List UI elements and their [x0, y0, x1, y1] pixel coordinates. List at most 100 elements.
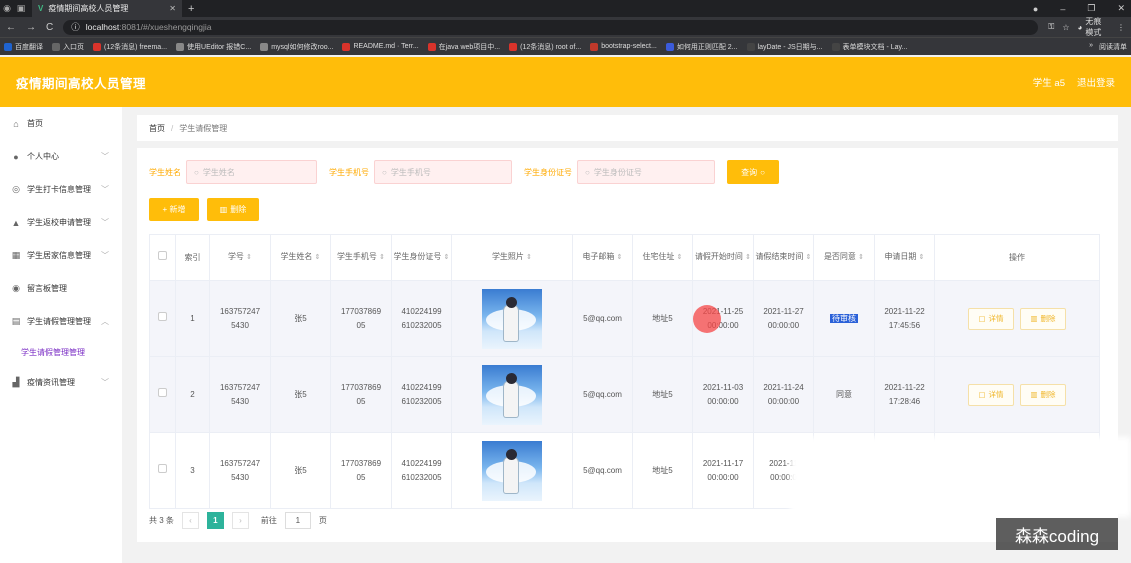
row-checkbox[interactable]: [158, 387, 167, 397]
prev-page-button[interactable]: ‹: [181, 512, 199, 529]
star-icon[interactable]: ☆: [1062, 23, 1069, 32]
row-select-cell: [149, 432, 176, 509]
window-close-icon[interactable]: ✕: [1117, 3, 1125, 14]
sort-icon[interactable]: ⇕: [315, 254, 321, 261]
key-icon[interactable]: ⚿: [1048, 22, 1054, 32]
reading-list[interactable]: 阅读清单: [1099, 42, 1127, 52]
browser-tab[interactable]: V 疫情期间高校人员管理 ✕: [32, 0, 182, 17]
column-header[interactable]: 请假开始时间 ⇕: [692, 234, 754, 281]
cell-phone: 177037869 05: [330, 432, 392, 509]
url-field[interactable]: ⓘ localhost:8081/#/xueshengqingjia: [63, 19, 1039, 35]
bookmark-item[interactable]: mysql如何修改roo...: [260, 42, 333, 52]
new-tab-button[interactable]: +: [188, 3, 194, 15]
student-photo[interactable]: [482, 364, 542, 425]
bookmark-item[interactable]: 使用UEditor 报错C...: [176, 42, 251, 52]
sidebar-item[interactable]: ⌂ 首页: [0, 107, 122, 140]
bookmark-item[interactable]: 如何用正则匹配 2...: [665, 42, 738, 52]
column-header[interactable]: 学生手机号 ⇕: [330, 234, 392, 281]
breadcrumb-separator: /: [171, 123, 174, 133]
column-header[interactable]: 是否同意 ⇕: [813, 234, 875, 281]
bookmark-item[interactable]: layDate - JS日期与...: [746, 42, 823, 52]
bookmark-item[interactable]: (12条消息) root of...: [509, 42, 581, 52]
sort-icon[interactable]: ⇕: [444, 254, 450, 261]
sort-icon[interactable]: ⇕: [379, 254, 385, 261]
reload-icon[interactable]: C: [46, 22, 53, 33]
column-header[interactable]: 学生身份证号 ⇕: [391, 234, 452, 281]
column-header[interactable]: 电子邮箱 ⇕: [572, 234, 633, 281]
page-1-button[interactable]: 1: [206, 512, 224, 529]
sidebar-item[interactable]: ▲ 学生返校申请管理 ﹀: [0, 206, 122, 239]
forward-icon[interactable]: →: [26, 22, 36, 33]
bookmarks-more-icon[interactable]: »: [1089, 42, 1093, 52]
sidebar-item-label: 学生居家信息管理: [27, 251, 91, 260]
tab-close-icon[interactable]: ✕: [169, 4, 176, 13]
column-header[interactable]: 学生姓名 ⇕: [270, 234, 331, 281]
add-button[interactable]: + 新增: [149, 198, 199, 221]
sort-icon[interactable]: ⇕: [806, 254, 812, 261]
account-icon[interactable]: ●: [1033, 4, 1038, 14]
sidebar-item[interactable]: ◎ 学生打卡信息管理 ﹀: [0, 173, 122, 206]
row-checkbox[interactable]: [158, 463, 167, 473]
column-header[interactable]: 学号 ⇕: [209, 234, 271, 281]
detail-button[interactable]: ▢ 详情: [968, 307, 1014, 330]
bookmark-label: 在java web项目中...: [438, 43, 501, 51]
sort-icon[interactable]: ⇕: [858, 254, 864, 261]
chevron-up-icon: ︿: [101, 317, 109, 326]
agree-status: 待审核: [830, 313, 858, 323]
minimize-icon[interactable]: –: [1060, 4, 1065, 14]
student-photo[interactable]: [482, 288, 542, 349]
sidebar-subitem-leave[interactable]: 学生请假管理管理: [0, 338, 122, 366]
column-header[interactable]: 请假结束时间 ⇕: [753, 234, 814, 281]
more-menu-icon[interactable]: ⋮: [1117, 23, 1125, 32]
column-header[interactable]: 学生照片 ⇕: [451, 234, 573, 281]
bookmark-item[interactable]: bootstrap-select...: [590, 42, 657, 51]
delete-button[interactable]: ▥ 删除: [1020, 307, 1066, 330]
bookmark-label: bootstrap-select...: [601, 43, 657, 50]
cell-name: 张5: [270, 432, 331, 509]
sidebar-item[interactable]: ◉ 留言板管理: [0, 272, 122, 305]
detail-button[interactable]: ▢ 详情: [968, 383, 1014, 406]
bookmark-favicon-icon: [831, 42, 840, 51]
column-header[interactable]: 申请日期 ⇕: [874, 234, 935, 281]
back-icon[interactable]: ←: [6, 22, 16, 33]
sidebar-item[interactable]: ▤ 学生请假管理管理 ︿: [0, 305, 122, 338]
column-header[interactable]: 住宅住址 ⇕: [632, 234, 693, 281]
bookmark-item[interactable]: 在java web项目中...: [427, 42, 501, 52]
select-all-checkbox[interactable]: [158, 250, 167, 260]
sidebar-item[interactable]: ● 个人中心 ﹀: [0, 140, 122, 173]
browser-menu-icon[interactable]: ◉: [0, 3, 14, 14]
row-checkbox[interactable]: [158, 311, 167, 321]
vue-logo-icon: V: [38, 4, 44, 13]
breadcrumb-home[interactable]: 首页: [149, 123, 165, 134]
bookmark-item[interactable]: (12条消息) freema...: [93, 42, 167, 52]
batch-delete-button[interactable]: ▥ 删除: [207, 198, 259, 221]
cell-address: 地址5: [632, 432, 693, 509]
student-photo[interactable]: [482, 440, 542, 501]
sort-icon[interactable]: ⇕: [677, 254, 683, 261]
delete-button[interactable]: ▥ 删除: [1020, 383, 1066, 406]
phone-search-input[interactable]: ○ 学生手机号: [374, 160, 512, 184]
sidebar-item[interactable]: ▟ 疫情资讯管理 ﹀: [0, 366, 122, 399]
bookmark-item[interactable]: 百度翻译: [4, 42, 43, 52]
logout-link[interactable]: 退出登录: [1077, 75, 1115, 89]
tab-group-icon[interactable]: ▣: [14, 3, 28, 14]
sort-icon[interactable]: ⇕: [526, 254, 532, 261]
bookmark-item[interactable]: 表单模块文档 - Lay...: [831, 42, 907, 52]
incognito-indicator[interactable]: ◕ 无痕模式: [1078, 16, 1110, 38]
sidebar-item-label: 学生请假管理管理: [27, 317, 91, 326]
query-button[interactable]: 查询 ○: [727, 160, 779, 184]
page-jump-input[interactable]: 1: [284, 512, 311, 529]
bookmark-favicon-icon: [342, 42, 351, 51]
sort-icon[interactable]: ⇕: [246, 254, 252, 261]
idcard-search-input[interactable]: ○ 学生身份证号: [577, 160, 715, 184]
bookmark-item[interactable]: README.md · Terr...: [342, 42, 419, 51]
name-search-input[interactable]: ○ 学生姓名: [186, 160, 317, 184]
sort-icon[interactable]: ⇕: [745, 254, 751, 261]
cell-end-time: 2021-11-24 00:00:00: [753, 356, 814, 433]
sort-icon[interactable]: ⇕: [919, 254, 925, 261]
next-page-button[interactable]: ›: [231, 512, 249, 529]
bookmark-item[interactable]: 入口页: [52, 42, 84, 52]
restore-icon[interactable]: ❐: [1087, 3, 1095, 14]
sidebar-item[interactable]: ▦ 学生居家信息管理 ﹀: [0, 239, 122, 272]
sort-icon[interactable]: ⇕: [617, 254, 623, 261]
